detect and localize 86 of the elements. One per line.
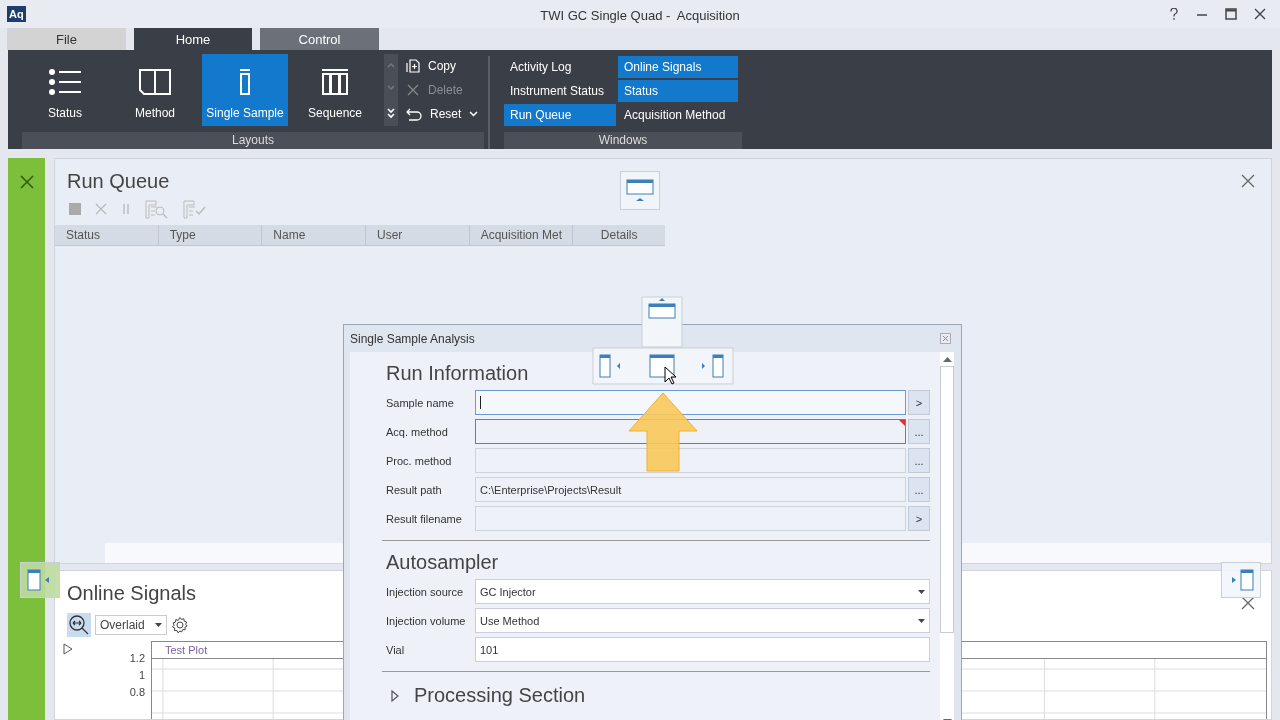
zoom-icon[interactable] bbox=[67, 613, 91, 637]
field-label: Sample name bbox=[386, 396, 455, 409]
checklist-icon[interactable] bbox=[183, 199, 207, 219]
cursor-icon bbox=[664, 366, 676, 385]
browse-button[interactable]: > bbox=[908, 506, 930, 531]
list-icon bbox=[48, 68, 82, 96]
close-icon[interactable] bbox=[1254, 8, 1266, 20]
column-header[interactable]: Acquisition Met bbox=[469, 225, 574, 245]
input-field[interactable] bbox=[475, 506, 906, 531]
input-field[interactable] bbox=[475, 390, 906, 415]
undo-icon bbox=[406, 107, 422, 121]
expand-icon[interactable] bbox=[63, 643, 73, 655]
dock-guide-right[interactable] bbox=[1221, 562, 1261, 598]
section-title[interactable]: Processing Section bbox=[414, 684, 586, 707]
column-header[interactable]: Type bbox=[158, 225, 263, 245]
field-label: Proc. method bbox=[386, 454, 453, 467]
maximize-icon[interactable] bbox=[1225, 8, 1237, 20]
window-toggle[interactable]: Activity Log bbox=[504, 56, 616, 78]
field-label: Injection source bbox=[386, 585, 465, 598]
column-header[interactable]: Details bbox=[573, 225, 666, 245]
scrollbar-thumb[interactable] bbox=[940, 366, 954, 633]
caret-icon bbox=[918, 589, 925, 594]
axis-tick-label: 1 bbox=[138, 670, 145, 681]
browse-button[interactable]: ... bbox=[908, 477, 930, 502]
panel-title: Run Queue bbox=[67, 169, 170, 193]
dock-guide-left[interactable] bbox=[20, 562, 60, 598]
browse-button[interactable]: ... bbox=[908, 419, 930, 444]
caret-icon bbox=[469, 111, 479, 117]
input-field[interactable] bbox=[475, 448, 906, 473]
window-title: TWI GC Single Quad - Acquisition bbox=[540, 8, 740, 23]
window-toggle[interactable]: Status bbox=[618, 80, 738, 102]
close-icon[interactable] bbox=[1241, 596, 1255, 610]
layout-action-button[interactable]: Copy bbox=[404, 54, 484, 78]
layout-button[interactable]: Status bbox=[22, 54, 108, 126]
column-header[interactable]: Status bbox=[55, 225, 159, 245]
book-icon bbox=[138, 68, 172, 96]
window-toggle[interactable]: Instrument Status bbox=[504, 80, 616, 102]
plot-title: Test Plot bbox=[165, 644, 208, 656]
field-label: Vial bbox=[386, 643, 406, 656]
dock-top-icon bbox=[626, 178, 654, 203]
view-mode-dropdown[interactable]: Overlaid bbox=[95, 615, 167, 635]
column-header[interactable]: Name bbox=[262, 225, 366, 245]
settings-icon[interactable] bbox=[171, 616, 189, 634]
copy-icon bbox=[406, 59, 420, 73]
vial-icon bbox=[237, 68, 253, 96]
help-icon[interactable] bbox=[1169, 8, 1179, 20]
ribbon-tab[interactable]: Home bbox=[134, 28, 252, 50]
close-icon[interactable] bbox=[19, 175, 34, 189]
layout-action-button[interactable]: Reset bbox=[404, 102, 484, 126]
section-title: Run Information bbox=[386, 361, 529, 386]
close-icon[interactable] bbox=[1241, 174, 1255, 188]
dropdown-field[interactable]: GC Injector bbox=[475, 579, 930, 604]
axis-tick-label: 0.8 bbox=[129, 687, 145, 698]
window-toggle[interactable]: Run Queue bbox=[504, 104, 616, 126]
layout-button[interactable]: Single Sample bbox=[202, 54, 288, 126]
browse-button[interactable]: ... bbox=[908, 448, 930, 473]
field-label: Injection volume bbox=[386, 614, 467, 627]
section-title: Autosampler bbox=[386, 550, 499, 575]
input-field[interactable]: 101 bbox=[475, 637, 930, 662]
vials-icon bbox=[320, 68, 350, 96]
group-label: Layouts bbox=[22, 132, 484, 149]
field-label: Result path bbox=[386, 483, 443, 496]
input-field[interactable]: C:\Enterprise\Projects\Result bbox=[475, 477, 906, 502]
window-toggle[interactable]: Online Signals bbox=[618, 56, 738, 78]
axis-tick-label: 1.2 bbox=[129, 653, 145, 664]
ribbon-tab[interactable]: Control bbox=[260, 28, 379, 50]
app-logo: Aq bbox=[7, 6, 26, 22]
window-toggle[interactable]: Acquisition Method bbox=[618, 104, 738, 126]
scroll-up-icon[interactable] bbox=[942, 356, 952, 362]
layout-button[interactable]: Sequence bbox=[292, 54, 378, 126]
dropdown-field[interactable]: Use Method bbox=[475, 608, 930, 633]
caret-icon bbox=[918, 618, 925, 623]
dock-guide-top[interactable] bbox=[620, 171, 660, 210]
panel-title: Online Signals bbox=[67, 581, 196, 605]
expand-icon[interactable] bbox=[390, 688, 400, 703]
delete-icon bbox=[406, 83, 420, 97]
dialog-title: Single Sample Analysis bbox=[350, 331, 475, 346]
column-header[interactable]: User bbox=[366, 225, 470, 245]
field-label: Acq. method bbox=[386, 425, 449, 438]
group-label: Windows bbox=[504, 132, 742, 149]
field-label: Result filename bbox=[386, 512, 463, 525]
layout-button[interactable]: Method bbox=[112, 54, 198, 126]
dock-guide-compass[interactable] bbox=[592, 296, 734, 388]
caret-icon bbox=[155, 623, 162, 627]
browse-button[interactable]: > bbox=[908, 390, 930, 415]
ribbon-tab[interactable]: File bbox=[7, 28, 126, 50]
